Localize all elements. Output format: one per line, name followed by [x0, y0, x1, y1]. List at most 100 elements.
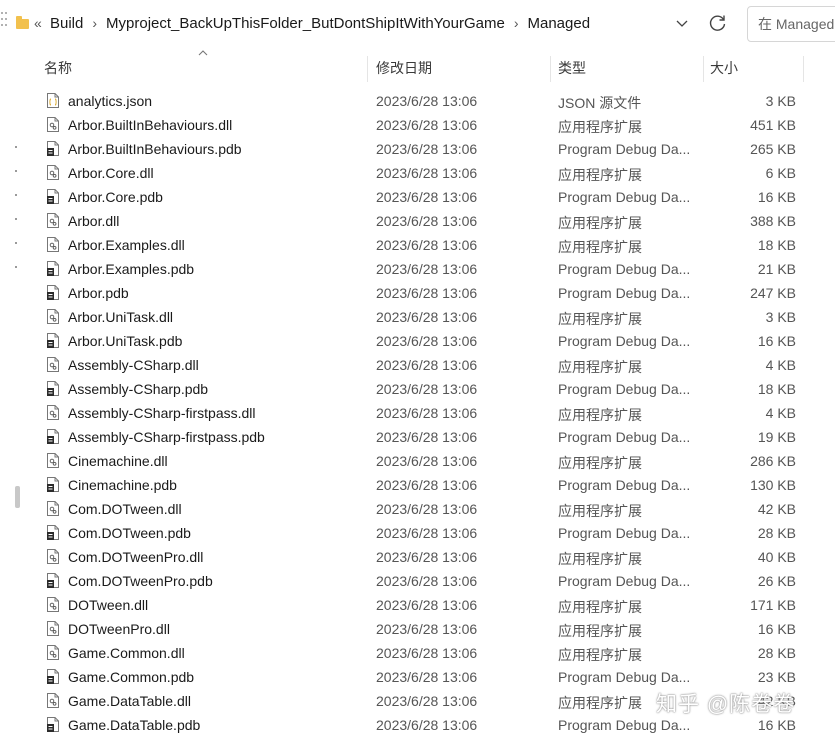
- file-name: Arbor.BuiltInBehaviours.pdb: [68, 141, 242, 157]
- file-type: Program Debug Da...: [558, 429, 691, 445]
- file-date: 2023/6/28 13:06: [376, 597, 478, 613]
- file-date: 2023/6/28 13:06: [376, 357, 478, 373]
- file-size: 4 KB: [765, 357, 796, 373]
- file-row[interactable]: Arbor.Core.pdb 2023/6/28 13:06 Program D…: [22, 185, 835, 209]
- file-row[interactable]: Game.Common.dll 2023/6/28 13:06 应用程序扩展 2…: [22, 641, 835, 665]
- file-row[interactable]: Com.DOTween.pdb 2023/6/28 13:06 Program …: [22, 521, 835, 545]
- file-row[interactable]: Arbor.pdb 2023/6/28 13:06 Program Debug …: [22, 281, 835, 305]
- pdb-file-icon: [47, 333, 59, 348]
- file-size: 28 KB: [757, 525, 796, 541]
- breadcrumb-overflow-button[interactable]: «: [34, 15, 42, 31]
- file-type: Program Debug Da...: [558, 141, 691, 157]
- nav-scrollbar-thumb[interactable]: [15, 486, 20, 508]
- file-date: 2023/6/28 13:06: [376, 573, 478, 589]
- file-date: 2023/6/28 13:06: [376, 381, 478, 397]
- pdb-file-icon: [47, 717, 59, 732]
- file-size: 171 KB: [750, 597, 796, 613]
- file-row[interactable]: Cinemachine.dll 2023/6/28 13:06 应用程序扩展 2…: [22, 449, 835, 473]
- file-row[interactable]: Assembly-CSharp-firstpass.pdb 2023/6/28 …: [22, 425, 835, 449]
- file-type: Program Debug Da...: [558, 573, 691, 589]
- file-date: 2023/6/28 13:06: [376, 669, 478, 685]
- file-size: 6 KB: [765, 165, 796, 181]
- file-type: 应用程序扩展: [558, 599, 642, 615]
- file-name: Game.Common.pdb: [68, 669, 195, 685]
- file-size: 21 KB: [757, 261, 796, 277]
- address-bar[interactable]: « Build › Myproject_BackUpThisFolder_ButDo…: [10, 6, 739, 42]
- file-row[interactable]: Assembly-CSharp.dll 2023/6/28 13:06 应用程序…: [22, 353, 835, 377]
- dll-file-icon: [47, 213, 59, 228]
- file-size: 130 KB: [750, 477, 796, 493]
- file-date: 2023/6/28 13:06: [376, 717, 478, 733]
- column-header-date[interactable]: 修改日期: [376, 58, 432, 78]
- chevron-right-icon[interactable]: ›: [514, 15, 519, 31]
- file-row[interactable]: Assembly-CSharp.pdb 2023/6/28 13:06 Prog…: [22, 377, 835, 401]
- file-row[interactable]: Arbor.Examples.dll 2023/6/28 13:06 应用程序扩…: [22, 233, 835, 257]
- file-type: Program Debug Da...: [558, 261, 691, 277]
- chevron-right-icon[interactable]: ›: [92, 15, 97, 31]
- search-input[interactable]: [756, 15, 835, 33]
- file-type: 应用程序扩展: [558, 215, 642, 231]
- file-date: 2023/6/28 13:06: [376, 237, 478, 253]
- file-row[interactable]: Arbor.UniTask.dll 2023/6/28 13:06 应用程序扩展…: [22, 305, 835, 329]
- file-type: 应用程序扩展: [558, 119, 642, 135]
- file-row[interactable]: Arbor.dll 2023/6/28 13:06 应用程序扩展 388 KB: [22, 209, 835, 233]
- file-row[interactable]: Com.DOTweenPro.pdb 2023/6/28 13:06 Progr…: [22, 569, 835, 593]
- file-row[interactable]: Game.Common.pdb 2023/6/28 13:06 Program …: [22, 665, 835, 689]
- breadcrumb-item-build[interactable]: Build: [50, 15, 83, 32]
- dll-file-icon: [47, 237, 59, 252]
- file-row[interactable]: Cinemachine.pdb 2023/6/28 13:06 Program …: [22, 473, 835, 497]
- breadcrumb-item-managed[interactable]: Managed: [528, 15, 591, 32]
- file-row[interactable]: Arbor.Core.dll 2023/6/28 13:06 应用程序扩展 6 …: [22, 161, 835, 185]
- column-divider[interactable]: [803, 56, 804, 82]
- file-row[interactable]: Arbor.Examples.pdb 2023/6/28 13:06 Progr…: [22, 257, 835, 281]
- search-box[interactable]: [747, 6, 835, 42]
- column-header-size[interactable]: 大小: [710, 58, 738, 78]
- file-row[interactable]: Assembly-CSharp-firstpass.dll 2023/6/28 …: [22, 401, 835, 425]
- pdb-file-icon: [47, 381, 59, 396]
- column-divider[interactable]: [550, 56, 551, 82]
- file-name: Game.DataTable.dll: [68, 693, 191, 709]
- file-size: 40 KB: [757, 549, 796, 565]
- file-date: 2023/6/28 13:06: [376, 93, 478, 109]
- file-date: 2023/6/28 13:06: [376, 213, 478, 229]
- pdb-file-icon: [47, 189, 59, 204]
- file-row[interactable]: DOTween.dll 2023/6/28 13:06 应用程序扩展 171 K…: [22, 593, 835, 617]
- file-size: 4 KB: [765, 405, 796, 421]
- file-date: 2023/6/28 13:06: [376, 141, 478, 157]
- file-type: 应用程序扩展: [558, 455, 642, 471]
- file-name: DOTweenPro.dll: [68, 621, 170, 637]
- file-row[interactable]: Arbor.BuiltInBehaviours.pdb 2023/6/28 13…: [22, 137, 835, 161]
- file-type: Program Debug Da...: [558, 477, 691, 493]
- file-type: 应用程序扩展: [558, 407, 642, 423]
- file-size: 265 KB: [750, 141, 796, 157]
- file-date: 2023/6/28 13:06: [376, 261, 478, 277]
- breadcrumb-item-project[interactable]: Myproject_BackUpThisFolder_ButDontShipIt…: [106, 15, 505, 32]
- breadcrumb: Build › Myproject_BackUpThisFolder_ButDont…: [50, 15, 590, 32]
- file-row[interactable]: analytics.json 2023/6/28 13:06 JSON 源文件 …: [22, 89, 835, 113]
- file-size: 451 KB: [750, 117, 796, 133]
- file-size: 16 KB: [757, 621, 796, 637]
- file-type: Program Debug Da...: [558, 669, 691, 685]
- file-name: Arbor.Examples.dll: [68, 237, 185, 253]
- file-name: Assembly-CSharp.dll: [68, 357, 199, 373]
- file-row[interactable]: Com.DOTween.dll 2023/6/28 13:06 应用程序扩展 4…: [22, 497, 835, 521]
- file-row[interactable]: DOTweenPro.dll 2023/6/28 13:06 应用程序扩展 16…: [22, 617, 835, 641]
- file-name: Cinemachine.dll: [68, 453, 168, 469]
- dll-file-icon: [47, 501, 59, 516]
- json-file-icon: [47, 93, 59, 108]
- file-date: 2023/6/28 13:06: [376, 549, 478, 565]
- column-divider[interactable]: [703, 56, 704, 82]
- file-date: 2023/6/28 13:06: [376, 645, 478, 661]
- chevron-down-icon[interactable]: [675, 16, 689, 30]
- column-header-type[interactable]: 类型: [558, 58, 586, 78]
- column-header-row: 名称 修改日期 类型 大小: [22, 48, 835, 86]
- file-row[interactable]: Arbor.BuiltInBehaviours.dll 2023/6/28 13…: [22, 113, 835, 137]
- file-row[interactable]: Arbor.UniTask.pdb 2023/6/28 13:06 Progra…: [22, 329, 835, 353]
- column-divider[interactable]: [367, 56, 368, 82]
- file-date: 2023/6/28 13:06: [376, 405, 478, 421]
- dll-file-icon: [47, 357, 59, 372]
- file-type: 应用程序扩展: [558, 359, 642, 375]
- column-header-name[interactable]: 名称: [44, 58, 72, 78]
- refresh-icon[interactable]: [708, 13, 728, 33]
- file-row[interactable]: Com.DOTweenPro.dll 2023/6/28 13:06 应用程序扩…: [22, 545, 835, 569]
